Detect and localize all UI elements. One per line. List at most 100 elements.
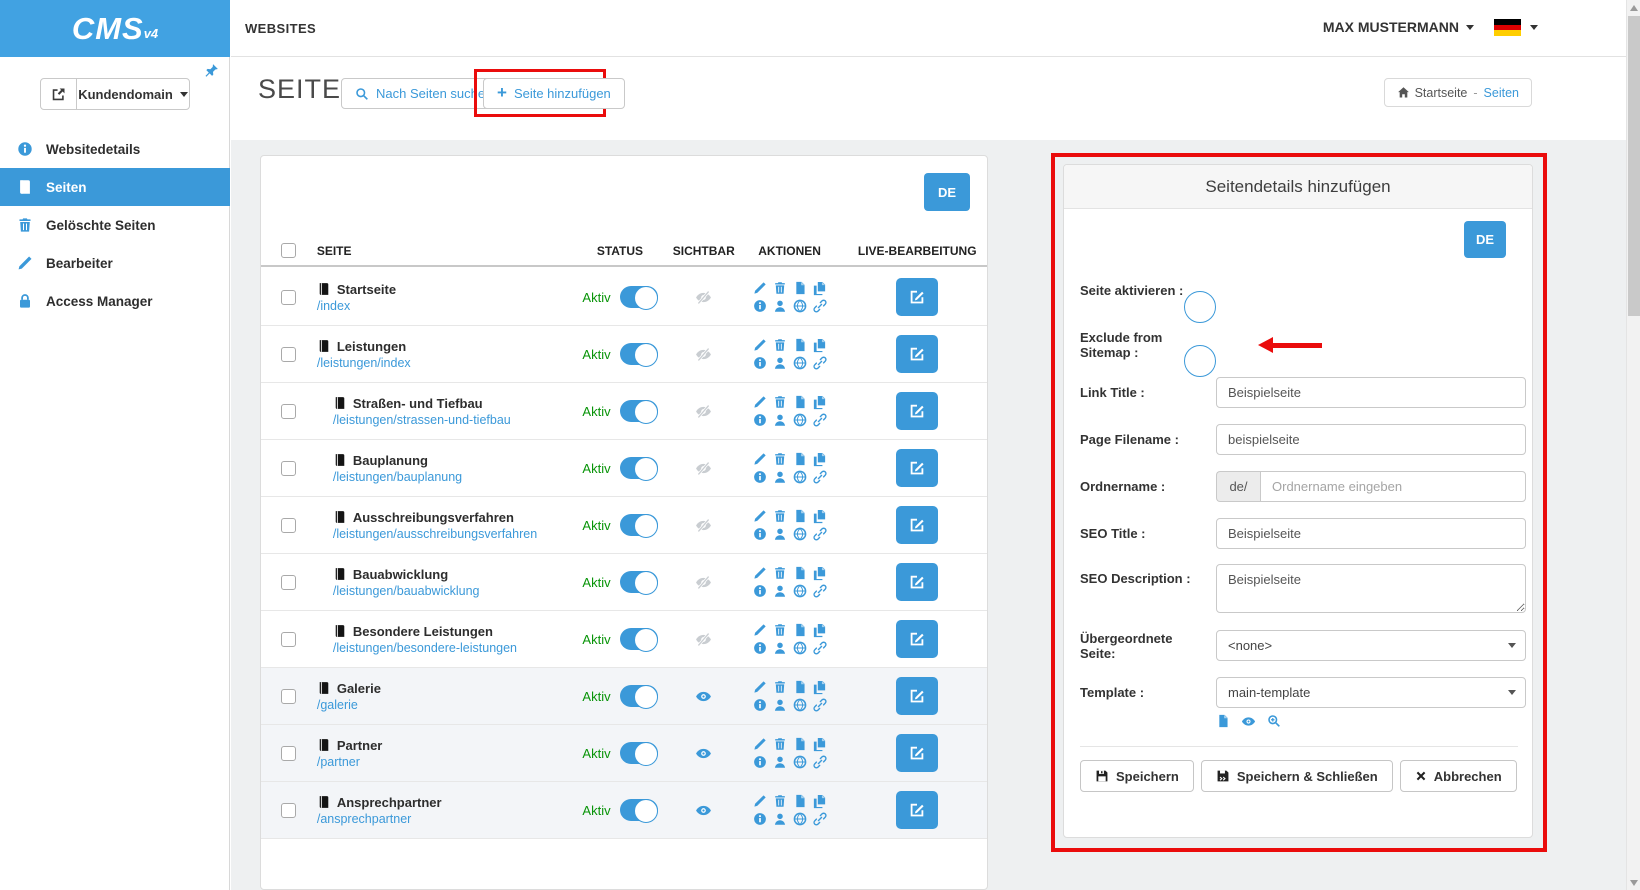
row-checkbox[interactable]: [281, 461, 296, 476]
domain-selector-button[interactable]: Kundendomain: [40, 78, 190, 110]
globe-icon[interactable]: [793, 299, 807, 313]
live-edit-button[interactable]: [896, 392, 938, 430]
edit-icon[interactable]: [753, 395, 767, 409]
delete-icon[interactable]: [773, 680, 787, 694]
edit-icon[interactable]: [753, 281, 767, 295]
sidebar-item-geloeschte-seiten[interactable]: Gelöschte Seiten: [0, 206, 230, 244]
globe-icon[interactable]: [793, 356, 807, 370]
globe-icon[interactable]: [793, 470, 807, 484]
template-preview-eye-icon[interactable]: [1241, 714, 1256, 729]
save-button[interactable]: Speichern: [1080, 760, 1194, 792]
status-toggle[interactable]: [620, 742, 658, 764]
page-filename-input[interactable]: [1216, 424, 1526, 455]
sidebar-item-bearbeiter[interactable]: Bearbeiter: [0, 244, 230, 282]
page-path-link[interactable]: /galerie: [317, 698, 564, 712]
page-path-link[interactable]: /leistungen/strassen-und-tiefbau: [333, 413, 564, 427]
link-icon[interactable]: [813, 698, 827, 712]
file-icon[interactable]: [793, 737, 807, 751]
file-icon[interactable]: [793, 623, 807, 637]
file-icon[interactable]: [793, 452, 807, 466]
row-checkbox[interactable]: [281, 347, 296, 362]
file-icon[interactable]: [793, 566, 807, 580]
edit-icon[interactable]: [753, 338, 767, 352]
live-edit-button[interactable]: [896, 791, 938, 829]
edit-icon[interactable]: [753, 566, 767, 580]
file-icon[interactable]: [793, 395, 807, 409]
copy-icon[interactable]: [812, 794, 827, 809]
info-circle-icon[interactable]: [753, 641, 767, 655]
live-edit-button[interactable]: [896, 278, 938, 316]
edit-icon[interactable]: [753, 509, 767, 523]
scrollbar-thumb[interactable]: [1628, 16, 1640, 316]
page-path-link[interactable]: /index: [317, 299, 564, 313]
copy-icon[interactable]: [812, 623, 827, 638]
edit-icon[interactable]: [753, 737, 767, 751]
scrollbar-up-button[interactable]: [1627, 0, 1640, 15]
link-icon[interactable]: [813, 641, 827, 655]
user-icon[interactable]: [773, 698, 787, 712]
table-language-tab-de[interactable]: DE: [924, 173, 970, 211]
sidebar-item-websitedetails[interactable]: Websitedetails: [0, 130, 230, 168]
template-zoom-in-icon[interactable]: [1267, 714, 1281, 728]
template-file-icon[interactable]: [1216, 714, 1230, 728]
page-path-link[interactable]: /partner: [317, 755, 564, 769]
status-toggle[interactable]: [620, 514, 658, 536]
link-icon[interactable]: [813, 470, 827, 484]
link-title-input[interactable]: [1216, 377, 1526, 408]
info-circle-icon[interactable]: [753, 755, 767, 769]
file-icon[interactable]: [793, 338, 807, 352]
page-path-link[interactable]: /leistungen/bauplanung: [333, 470, 564, 484]
select-all-checkbox[interactable]: [281, 243, 296, 258]
globe-icon[interactable]: [793, 641, 807, 655]
user-icon[interactable]: [773, 641, 787, 655]
copy-icon[interactable]: [812, 395, 827, 410]
seo-title-input[interactable]: [1216, 518, 1526, 549]
language-menu[interactable]: [1494, 19, 1538, 36]
breadcrumb-home[interactable]: Startseite: [1397, 86, 1468, 100]
status-toggle[interactable]: [620, 628, 658, 650]
file-icon[interactable]: [793, 680, 807, 694]
info-circle-icon[interactable]: [753, 470, 767, 484]
row-checkbox[interactable]: [281, 290, 296, 305]
row-checkbox[interactable]: [281, 518, 296, 533]
link-icon[interactable]: [813, 584, 827, 598]
globe-icon[interactable]: [793, 812, 807, 826]
pin-sidebar-icon[interactable]: [204, 62, 219, 80]
row-checkbox[interactable]: [281, 689, 296, 704]
copy-icon[interactable]: [812, 509, 827, 524]
info-circle-icon[interactable]: [753, 356, 767, 370]
scrollbar-down-button[interactable]: [1627, 875, 1640, 890]
link-icon[interactable]: [813, 299, 827, 313]
save-and-close-button[interactable]: Speichern & Schließen: [1201, 760, 1393, 792]
user-icon[interactable]: [773, 812, 787, 826]
live-edit-button[interactable]: [896, 734, 938, 772]
live-edit-button[interactable]: [896, 620, 938, 658]
globe-icon[interactable]: [793, 755, 807, 769]
live-edit-button[interactable]: [896, 563, 938, 601]
live-edit-button[interactable]: [896, 677, 938, 715]
row-checkbox[interactable]: [281, 404, 296, 419]
link-icon[interactable]: [813, 812, 827, 826]
edit-icon[interactable]: [753, 680, 767, 694]
user-icon[interactable]: [773, 413, 787, 427]
file-icon[interactable]: [793, 794, 807, 808]
info-circle-icon[interactable]: [753, 698, 767, 712]
live-edit-button[interactable]: [896, 335, 938, 373]
status-toggle[interactable]: [620, 286, 658, 308]
status-toggle[interactable]: [620, 343, 658, 365]
delete-icon[interactable]: [773, 338, 787, 352]
user-menu[interactable]: MAX MUSTERMANN: [1323, 19, 1474, 35]
copy-icon[interactable]: [812, 452, 827, 467]
row-checkbox[interactable]: [281, 746, 296, 761]
user-icon[interactable]: [773, 755, 787, 769]
delete-icon[interactable]: [773, 623, 787, 637]
info-circle-icon[interactable]: [753, 812, 767, 826]
link-icon[interactable]: [813, 413, 827, 427]
info-circle-icon[interactable]: [753, 413, 767, 427]
user-icon[interactable]: [773, 527, 787, 541]
user-icon[interactable]: [773, 356, 787, 370]
sidebar-item-seiten[interactable]: Seiten: [0, 168, 230, 206]
delete-icon[interactable]: [773, 452, 787, 466]
page-path-link[interactable]: /leistungen/ausschreibungsverfahren: [333, 527, 564, 541]
panel-language-tab-de[interactable]: DE: [1464, 221, 1506, 258]
